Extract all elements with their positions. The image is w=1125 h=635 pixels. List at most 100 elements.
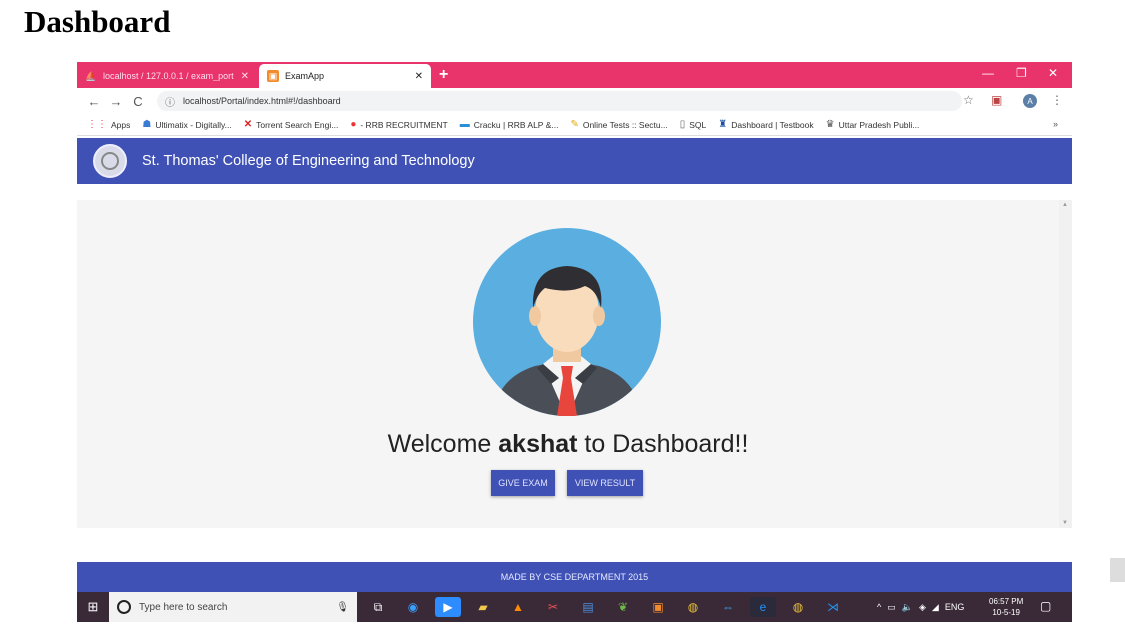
bookmark-label: Online Tests :: Sectu... [582,119,668,130]
action-buttons: GIVE EXAM VIEW RESULT [491,470,643,496]
back-icon[interactable]: ← [83,94,105,109]
new-tab-icon[interactable]: + [439,66,448,84]
footer: MADE BY CSE DEPARTMENT 2015 [77,562,1072,592]
bookmark-sql[interactable]: ▯ SQL [680,119,707,130]
system-tray: ^ ▭ 🔈 ◈ ◢ ENG [877,592,970,622]
cracku-icon: ▬ [459,119,470,130]
bookmark-label: Ultimatix - Digitally... [155,119,232,130]
reload-icon[interactable]: C [127,94,149,109]
pdf-extension-icon[interactable]: ▣ [991,93,1002,107]
profile-avatar[interactable]: A [1023,94,1037,108]
edge-legacy-icon[interactable]: ◉ [400,597,426,617]
star-icon[interactable]: ☆ [963,93,974,107]
vlc-icon[interactable]: ▲ [505,597,531,617]
bookmark-label: Apps [111,119,131,130]
restore-icon[interactable]: ❐ [1016,66,1027,80]
notes-icon[interactable]: ▤ [575,597,601,617]
welcome-message: Welcome akshat to Dashboard!! [77,430,1059,459]
taskbar: ⊞ Type here to search 🎙 ⧉ ◉ ▶ ▰ ▲ ✂ ▤ ❦ … [77,592,1072,622]
forward-icon[interactable]: → [105,94,127,109]
torrent-icon: ✕ [243,119,253,130]
url-text: localhost/Portal/index.html#!/dashboard [183,96,341,106]
notification-icon[interactable]: ▢ [1040,599,1051,613]
scroll-down-icon[interactable]: ▼ [1062,520,1068,526]
tab-bar: ⛵ localhost / 127.0.0.1 / exam_port ✕ ▣ … [77,62,1072,88]
file-explorer-icon[interactable]: ▰ [470,597,496,617]
close-tab-icon[interactable]: ✕ [241,71,249,82]
edge-icon[interactable]: e [750,597,776,617]
zoom-icon[interactable]: ▶ [435,597,461,617]
rrb-icon: ● [350,119,357,130]
close-tab-icon[interactable]: ✕ [415,71,423,82]
vscode-icon[interactable]: ⋊ [820,597,846,617]
app-header: St. Thomas' College of Engineering and T… [77,138,1072,184]
bookmark-testbook[interactable]: ♜ Dashboard | Testbook [718,119,813,130]
network-icon[interactable]: ◈ [919,602,926,613]
bookmarks-bar: ⋮⋮ Apps ☗ Ultimatix - Digitally... ✕ Tor… [77,114,1072,136]
chrome-active-icon[interactable]: ◍ [785,597,811,617]
examapp-icon: ▣ [267,70,279,82]
minimize-icon[interactable]: — [982,66,994,80]
user-avatar-icon [473,228,661,416]
menu-kebab-icon[interactable]: ⋮ [1051,93,1063,107]
close-window-icon[interactable]: ✕ [1048,66,1058,80]
bookmark-rrb[interactable]: ● - RRB RECRUITMENT [350,119,447,130]
address-bar: ← → C ⓘ localhost/Portal/index.html#!/da… [77,88,1072,114]
language-indicator[interactable]: ENG [945,602,965,612]
scroll-up-icon[interactable]: ▲ [1062,202,1068,208]
online-tests-icon: ✎ [570,119,579,130]
info-icon[interactable]: ⓘ [165,94,175,109]
bookmark-cracku[interactable]: ▬ Cracku | RRB ALP &... [460,119,559,130]
page-edge-mark [1110,558,1125,582]
tray-chevron-icon[interactable]: ^ [877,602,881,612]
volume-mute-icon[interactable]: 🔈 [902,602,913,613]
up-emblem-icon: ♛ [825,119,835,130]
bookmarks-overflow-icon[interactable]: » [1053,119,1058,129]
college-logo [93,144,127,178]
bookmark-apps[interactable]: ⋮⋮ Apps [87,119,130,130]
time: 06:57 PM [989,597,1024,606]
phpmyadmin-icon: ⛵ [85,70,97,81]
windows-start-icon[interactable]: ⊞ [77,592,109,622]
cortana-icon [117,600,131,614]
bookmark-uppsc[interactable]: ♛ Uttar Pradesh Publi... [826,119,920,130]
page-title: Dashboard [24,4,171,39]
url-field[interactable]: ⓘ localhost/Portal/index.html#!/dashboar… [157,91,962,111]
welcome-suffix: to Dashboard!! [577,430,749,458]
clock[interactable]: 06:57 PM 10-5-19 [989,596,1023,618]
page-icon: ▯ [679,119,686,130]
spring-tool-icon[interactable]: ❦ [610,597,636,617]
testbook-icon: ♜ [718,119,728,130]
chrome-icon[interactable]: ◍ [680,597,706,617]
xampp-icon[interactable]: ▣ [645,597,671,617]
college-name: St. Thomas' College of Engineering and T… [142,153,475,169]
bookmark-ultimatix[interactable]: ☗ Ultimatix - Digitally... [142,119,231,130]
bookmark-torrent[interactable]: ✕ Torrent Search Engi... [244,119,339,130]
tab-title: localhost / 127.0.0.1 / exam_port [103,71,234,81]
bookmark-online-tests[interactable]: ✎ Online Tests :: Sectu... [570,119,667,130]
mic-icon[interactable]: 🎙 [336,602,349,613]
taskbar-search[interactable]: Type here to search 🎙 [109,592,357,622]
date: 10-5-19 [992,608,1020,617]
bookmark-label: SQL [689,119,707,130]
browser-window: ⛵ localhost / 127.0.0.1 / exam_port ✕ ▣ … [77,62,1072,622]
task-view-icon[interactable]: ⧉ [365,597,391,617]
apps-grid-icon: ⋮⋮ [87,119,107,130]
tab-title: ExamApp [285,71,325,81]
view-result-button[interactable]: VIEW RESULT [567,470,643,496]
username: akshat [498,430,578,458]
wifi-icon[interactable]: ◢ [932,602,939,613]
bookmark-label: Torrent Search Engi... [256,119,339,130]
tab-examapp[interactable]: ▣ ExamApp ✕ [259,64,431,88]
snipping-tool-icon[interactable]: ✂ [540,597,566,617]
taskbar-apps: ⧉ ◉ ▶ ▰ ▲ ✂ ▤ ❦ ▣ ◍ ⇔ e ◍ ⋊ [365,597,855,617]
teamviewer-icon[interactable]: ⇔ [715,597,741,617]
bookmark-label: Uttar Pradesh Publi... [838,119,920,130]
bookmark-label: Dashboard | Testbook [731,119,814,130]
search-placeholder: Type here to search [139,601,228,613]
give-exam-button[interactable]: GIVE EXAM [491,470,555,496]
bookmark-label: - RRB RECRUITMENT [360,119,448,130]
scrollbar[interactable]: ▲ ▼ [1059,200,1072,528]
battery-icon[interactable]: ▭ [887,602,896,613]
tab-phpmyadmin[interactable]: ⛵ localhost / 127.0.0.1 / exam_port ✕ [77,64,257,88]
